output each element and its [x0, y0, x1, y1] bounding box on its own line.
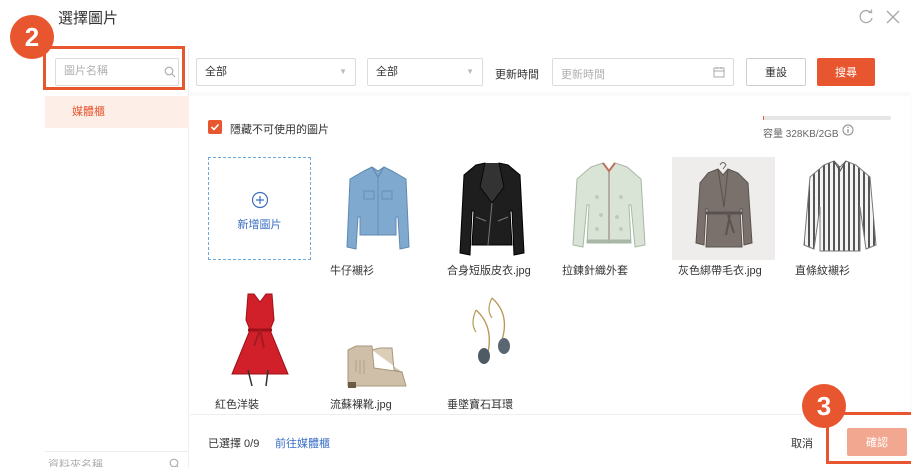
chevron-down-icon: ▼ — [466, 67, 474, 76]
hide-unusable-label: 隱藏不可使用的圖片 — [230, 124, 329, 136]
image-caption: 垂墜寶石耳環 — [447, 399, 513, 411]
dialog-title: 選擇圖片 — [58, 10, 119, 27]
folder-name-search-input[interactable] — [48, 459, 158, 467]
image-tile-denim-shirt[interactable] — [326, 157, 429, 260]
search-button[interactable]: 搜尋 — [817, 58, 875, 86]
sidebar: 媒體櫃 — [45, 48, 189, 467]
image-caption: 牛仔襯衫 — [330, 265, 374, 277]
red-dress-image — [231, 293, 289, 387]
update-time-input[interactable]: 更新時間 — [552, 58, 734, 86]
image-tile-drop-earrings[interactable] — [440, 290, 543, 393]
step-badge-3: 3 — [802, 384, 846, 428]
striped-shirt-image — [803, 160, 877, 252]
image-tile-striped-shirt[interactable] — [788, 157, 891, 260]
type-filter-value: 全部 — [205, 66, 227, 78]
chevron-down-icon: ▼ — [339, 67, 347, 76]
plus-circle-icon — [251, 191, 269, 209]
fringe-boots-image — [347, 345, 407, 388]
update-time-label: 更新時間 — [495, 69, 539, 81]
hide-unusable-checkbox[interactable] — [208, 120, 222, 134]
image-tile-grey-sweater[interactable] — [672, 157, 775, 260]
image-caption: 合身短版皮衣.jpg — [447, 265, 531, 277]
step-badge-2: 2 — [10, 15, 54, 59]
cancel-button[interactable]: 取消 — [791, 435, 813, 451]
calendar-icon[interactable] — [713, 66, 725, 78]
image-tile-fringe-boots[interactable] — [326, 290, 429, 393]
knit-zip-jacket-image — [572, 162, 646, 248]
add-image-label: 新增圖片 — [237, 219, 282, 231]
goto-media-library-link[interactable]: 前往媒體櫃 — [275, 435, 330, 451]
reset-button[interactable]: 重設 — [746, 58, 806, 86]
type-filter-select[interactable]: 全部 ▼ — [196, 58, 356, 86]
drop-earrings-image — [472, 297, 510, 364]
folder-name-search[interactable] — [45, 451, 189, 467]
close-icon[interactable] — [884, 8, 902, 26]
dialog-footer: 已選擇 0/9 前往媒體櫃 取消 確認 — [190, 414, 911, 467]
image-tile-knit-jacket[interactable] — [557, 157, 660, 260]
sidebar-item-media-library[interactable]: 媒體櫃 — [45, 96, 189, 128]
update-time-placeholder: 更新時間 — [561, 69, 605, 81]
capacity-text: 容量 328KB/2GB — [763, 129, 839, 140]
status-filter-value: 全部 — [376, 66, 398, 78]
image-caption: 直條紋襯衫 — [795, 265, 850, 277]
selected-count: 已選擇 0/9 — [208, 438, 260, 450]
search-icon[interactable] — [169, 458, 181, 467]
grey-wrap-sweater-image — [695, 162, 753, 248]
info-icon[interactable] — [842, 124, 854, 136]
capacity-progress-bar — [763, 116, 891, 120]
checkmark-icon — [210, 123, 220, 131]
image-caption: 紅色洋裝 — [215, 399, 259, 411]
denim-shirt-image — [346, 166, 410, 250]
image-tile-leather-jacket[interactable] — [440, 157, 543, 260]
image-caption: 灰色綁帶毛衣.jpg — [678, 265, 762, 277]
refresh-icon[interactable] — [857, 8, 875, 26]
annotation-highlight-search — [43, 46, 185, 90]
image-caption: 流蘇裸靴.jpg — [330, 399, 392, 411]
leather-jacket-image — [459, 162, 525, 256]
add-image-tile[interactable]: 新增圖片 — [208, 157, 311, 260]
capacity-progress-fill — [763, 116, 765, 120]
status-filter-select[interactable]: 全部 ▼ — [367, 58, 483, 86]
image-tile-red-dress[interactable] — [208, 290, 311, 393]
image-caption: 拉鍊針織外套 — [562, 265, 628, 277]
